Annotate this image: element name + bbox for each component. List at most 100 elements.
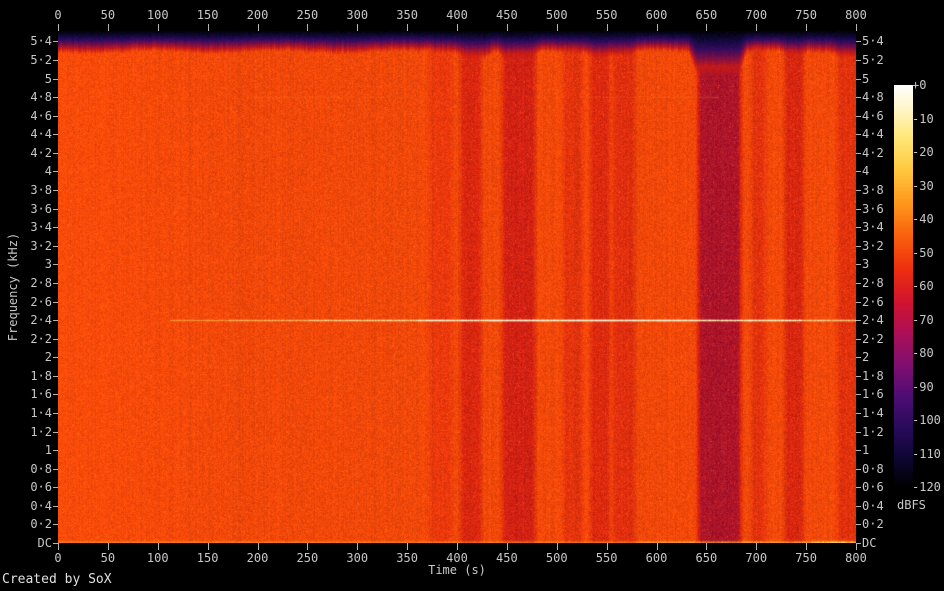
y-tick-mark (856, 227, 861, 229)
y-tick-mark (856, 357, 861, 359)
y-tick-mark (53, 134, 58, 136)
y-tick-mark (856, 431, 861, 433)
colorbar-tick-label: -80 (912, 346, 934, 360)
y-tick-label: 2·2 (862, 331, 884, 346)
y-tick-label: 1 (862, 443, 870, 458)
x-tick-label: 150 (196, 8, 219, 22)
y-tick-mark (856, 245, 861, 247)
y-tick-mark (856, 97, 861, 99)
x-tick-label: 300 (346, 8, 369, 22)
y-tick-mark (53, 227, 58, 229)
x-tick-mark (556, 543, 558, 550)
y-tick-label: 0·2 (862, 517, 884, 532)
y-tick-label: 1 (44, 443, 52, 458)
x-tick-mark (706, 543, 708, 550)
x-tick-label: 450 (496, 8, 518, 22)
y-tick-mark (53, 375, 58, 377)
y-tick-mark (53, 97, 58, 99)
x-tick-mark (107, 24, 109, 31)
y-tick-label: 2·4 (862, 313, 884, 328)
y-tick-label: DC (862, 536, 877, 550)
x-tick-label: 650 (695, 8, 718, 22)
y-tick-label: 2 (862, 350, 870, 365)
y-tick-label: 3 (862, 257, 870, 272)
y-tick-mark (856, 171, 861, 173)
y-tick-label: 3·6 (30, 201, 52, 216)
x-tick-mark (856, 543, 857, 550)
x-tick-mark (207, 543, 209, 550)
x-tick-mark (806, 24, 808, 31)
x-tick-mark (257, 543, 259, 550)
y-tick-mark (856, 60, 861, 62)
y-tick-label: 4 (44, 164, 52, 179)
y-tick-label: 4·2 (862, 145, 884, 160)
y-tick-label: 2·8 (862, 275, 884, 290)
y-tick-mark (53, 171, 58, 173)
y-tick-label: 5 (44, 71, 52, 86)
colorbar-tick-label: -10 (912, 111, 934, 126)
y-tick-label: 0·4 (30, 498, 52, 513)
x-tick-mark (357, 543, 359, 550)
x-tick-mark (457, 543, 458, 550)
y-tick-mark (856, 524, 861, 526)
y-tick-mark (856, 412, 861, 414)
y-tick-mark (856, 282, 861, 284)
y-tick-label: 5·2 (862, 53, 884, 68)
x-tick-label: 550 (595, 8, 618, 22)
y-tick-label: 4·8 (30, 90, 52, 105)
x-tick-label: 500 (545, 8, 568, 22)
y-tick-mark (856, 338, 861, 340)
y-tick-label: 5·4 (862, 34, 884, 49)
footer-credit: Created by SoX (2, 572, 112, 587)
x-tick-mark (656, 543, 658, 550)
x-tick-label: 350 (396, 8, 418, 22)
y-tick-mark (53, 190, 58, 192)
y-tick-label: 3·6 (862, 201, 884, 216)
x-tick-mark (457, 24, 458, 31)
x-tick-label: 250 (296, 8, 319, 22)
y-tick-label: 4·4 (862, 127, 884, 142)
y-tick-label: 1·2 (30, 424, 52, 439)
x-tick-label: 400 (446, 8, 468, 22)
y-tick-mark (53, 431, 58, 433)
y-tick-label: 1·6 (862, 387, 884, 402)
x-tick-label: 200 (246, 8, 269, 22)
x-tick-label: 600 (645, 8, 668, 22)
y-tick-mark (53, 468, 58, 470)
y-tick-mark (53, 505, 58, 507)
x-tick-mark (357, 24, 359, 31)
x-tick-mark (307, 24, 309, 31)
y-tick-mark (856, 487, 861, 489)
x-tick-mark (157, 543, 159, 550)
colorbar-tick-label: -90 (912, 379, 934, 394)
y-tick-mark (53, 282, 58, 284)
colorbar-tick-label: +0 (912, 78, 927, 92)
colorbar-unit-label: dBFS (897, 498, 926, 512)
colorbar-tick-label: -50 (912, 245, 934, 260)
y-tick-label: 5·4 (30, 34, 52, 49)
y-tick-mark (856, 208, 861, 210)
y-tick-mark (856, 320, 861, 322)
y-tick-label: 3·2 (862, 238, 884, 253)
y-tick-label: 3·8 (862, 183, 884, 198)
x-tick-label: 0 (54, 8, 62, 22)
y-tick-mark (53, 60, 58, 62)
y-tick-mark (856, 115, 861, 117)
y-tick-mark (856, 134, 861, 136)
spectrogram-window: 0 50 100 150 200 250 300 350 400 450 500 550 600 650 7… (0, 0, 944, 591)
x-tick-mark (706, 24, 708, 31)
y-tick-label: 0·2 (30, 517, 52, 532)
x-tick-label: 750 (795, 8, 817, 22)
y-tick-mark (856, 543, 861, 544)
y-tick-mark (53, 338, 58, 340)
y-tick-mark (53, 245, 58, 247)
x-tick-mark (107, 543, 109, 550)
y-tick-label: 0·6 (30, 480, 52, 495)
x-tick-mark (157, 24, 159, 31)
y-tick-label: 1·6 (30, 387, 52, 402)
y-tick-mark (53, 320, 58, 322)
x-tick-mark (606, 543, 608, 550)
x-tick-mark (656, 24, 658, 31)
spectrogram-heatmap (58, 31, 856, 543)
y-tick-mark (856, 301, 861, 303)
